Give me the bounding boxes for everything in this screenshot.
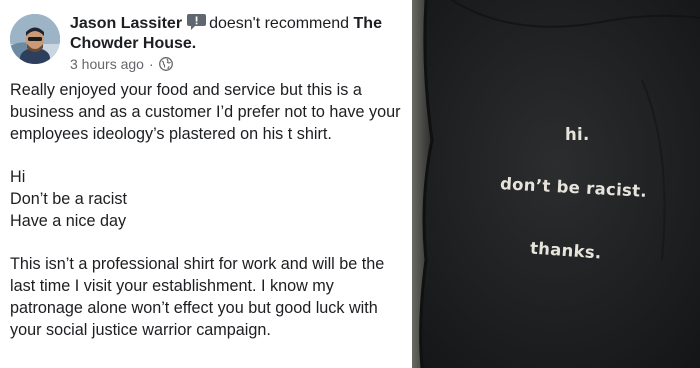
review-post: Jason Lassiter doesn't recommend The Chow… [0,0,412,368]
review-line: Don’t be a racist [10,189,127,208]
review-paragraph: This isn’t a professional shirt for work… [10,255,385,339]
review-line: Hi [10,168,26,187]
post-meta: 3 hours ago · [70,55,173,73]
review-line: Have a nice day [10,211,127,230]
avatar[interactable] [10,14,60,64]
recommendation-icon [187,14,207,30]
meta-separator: · [148,56,154,72]
post-header: Jason Lassiter doesn't recommend The Chow… [70,14,406,54]
review-paragraph: Really enjoyed your food and service but… [10,81,401,143]
shirt-text-hi: hi. [565,125,590,144]
recommend-status: doesn't recommend [209,15,350,32]
review-text: Really enjoyed your food and service but… [10,80,408,342]
post-time[interactable]: 3 hours ago [70,55,144,73]
author-name[interactable]: Jason Lassiter [70,15,182,32]
shirt-photo: hi. don’t be racist. thanks. [412,0,700,368]
globe-icon [158,57,173,71]
